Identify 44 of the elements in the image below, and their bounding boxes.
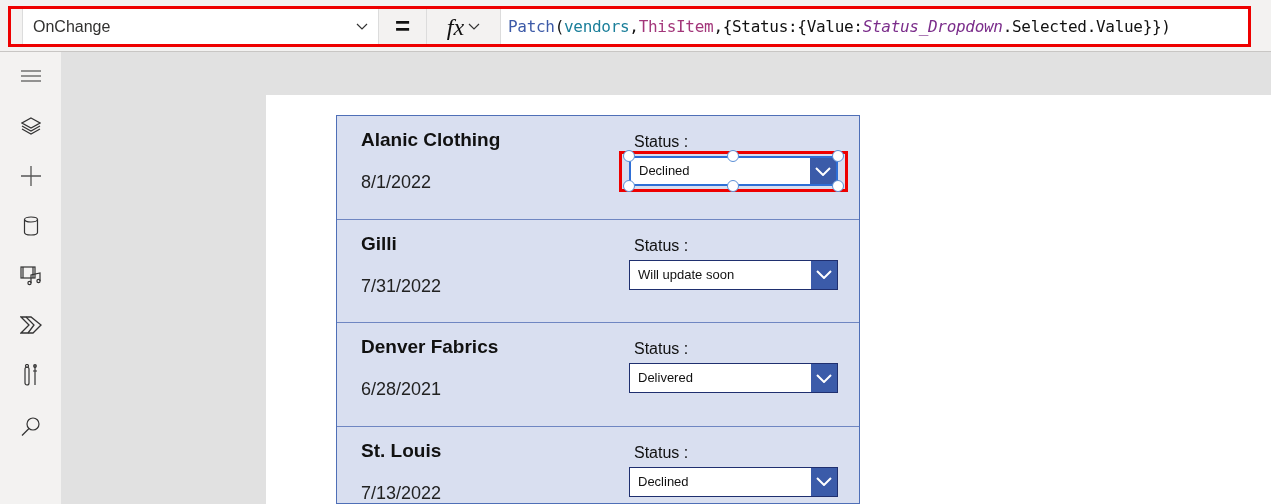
dropdown-arrow-button[interactable] — [811, 260, 837, 289]
power-automate-icon[interactable] — [19, 316, 42, 334]
chevron-down-icon — [816, 270, 832, 279]
chevron-down-icon — [468, 22, 481, 31]
media-icon[interactable] — [19, 266, 42, 286]
dropdown-value: Declined — [637, 472, 690, 491]
status-dropdown[interactable]: Declined — [629, 156, 838, 186]
dropdown-arrow-button[interactable] — [810, 158, 836, 184]
status-dropdown[interactable]: Declined — [629, 466, 838, 497]
vendor-date: 7/13/2022 — [361, 481, 442, 503]
fx-button[interactable]: fx — [427, 9, 501, 44]
dropdown-value: Declined — [638, 162, 691, 181]
dropdown-value: Delivered — [637, 369, 694, 388]
vendor-name: Denver Fabrics — [361, 335, 499, 359]
status-label: Status : — [633, 235, 690, 256]
vendor-name: Alanic Clothing — [361, 128, 501, 152]
vendor-date: 6/28/2021 — [361, 378, 443, 401]
database-icon[interactable] — [22, 216, 39, 236]
status-label: Status : — [633, 442, 690, 463]
status-dropdown[interactable]: Delivered — [629, 363, 838, 393]
chevron-down-icon — [356, 22, 368, 31]
dropdown-value: Will update soon — [637, 265, 736, 284]
dropdown-arrow-button[interactable] — [811, 364, 837, 392]
chevron-down-icon — [815, 166, 831, 176]
dropdown-arrow-button[interactable] — [811, 467, 837, 496]
chevron-down-icon — [816, 477, 832, 486]
vendor-date: 8/1/2022 — [361, 171, 433, 194]
status-label: Status : — [633, 132, 690, 152]
vendor-date: 7/31/2022 — [361, 274, 442, 298]
resize-handle[interactable] — [832, 150, 844, 162]
status-label: Status : — [633, 339, 690, 359]
resize-handle[interactable] — [727, 150, 739, 162]
tools-icon[interactable] — [23, 364, 38, 386]
chevron-down-icon — [816, 373, 832, 383]
equals-sign: = — [379, 9, 427, 44]
resize-handle[interactable] — [623, 150, 635, 162]
vendor-name: St. Louis — [361, 438, 442, 463]
vendor-name: Gilli — [361, 231, 398, 256]
search-icon[interactable] — [20, 416, 41, 436]
status-dropdown[interactable]: Will update soon — [629, 259, 838, 290]
resize-handle[interactable] — [623, 180, 635, 192]
formula-text[interactable]: Patch(vendors,ThisItem,{Status:{Value:Status_Dropdown.Selected.Value}}) — [508, 14, 1171, 39]
layers-icon[interactable] — [20, 116, 41, 136]
plus-icon[interactable] — [20, 166, 41, 186]
